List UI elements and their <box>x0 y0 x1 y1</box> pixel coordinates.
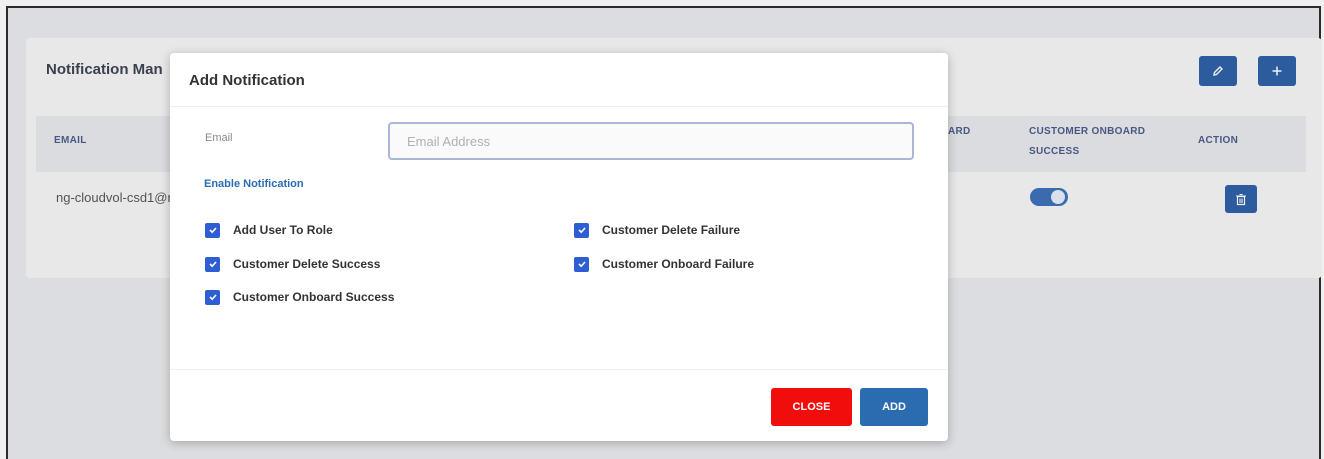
close-button[interactable]: CLOSE <box>771 388 852 426</box>
add-button[interactable]: ADD <box>860 388 928 426</box>
checkbox-customer-delete-success[interactable] <box>205 256 220 272</box>
enable-notification-label: Enable Notification <box>204 178 304 190</box>
checkbox-customer-onboard-success[interactable] <box>205 289 220 305</box>
option-label: Add User To Role <box>233 223 333 237</box>
email-input[interactable] <box>388 122 914 160</box>
check-icon <box>577 261 586 268</box>
check-icon <box>208 294 217 301</box>
checkbox-customer-onboard-failure[interactable] <box>574 256 589 272</box>
option-customer-delete-success[interactable]: Customer Delete Success <box>205 256 380 272</box>
option-label: Customer Delete Success <box>233 257 381 271</box>
option-add-user-to-role[interactable]: Add User To Role <box>205 222 333 238</box>
option-label: Customer Onboard Failure <box>602 257 755 271</box>
modal-header: Add Notification <box>170 53 948 107</box>
option-label: Customer Onboard Success <box>233 290 395 304</box>
option-label: Customer Delete Failure <box>602 223 741 237</box>
checkbox-customer-delete-failure[interactable] <box>574 222 589 238</box>
check-icon <box>208 227 217 234</box>
modal-title: Add Notification <box>189 72 305 89</box>
option-customer-onboard-failure[interactable]: Customer Onboard Failure <box>574 256 754 272</box>
email-label: Email <box>205 132 233 144</box>
check-icon <box>208 261 217 268</box>
checkbox-add-user-to-role[interactable] <box>205 222 220 238</box>
check-icon <box>577 227 586 234</box>
option-customer-onboard-success[interactable]: Customer Onboard Success <box>205 289 394 305</box>
add-notification-modal: Add Notification Email Enable Notificati… <box>170 53 948 441</box>
option-customer-delete-failure[interactable]: Customer Delete Failure <box>574 222 740 238</box>
